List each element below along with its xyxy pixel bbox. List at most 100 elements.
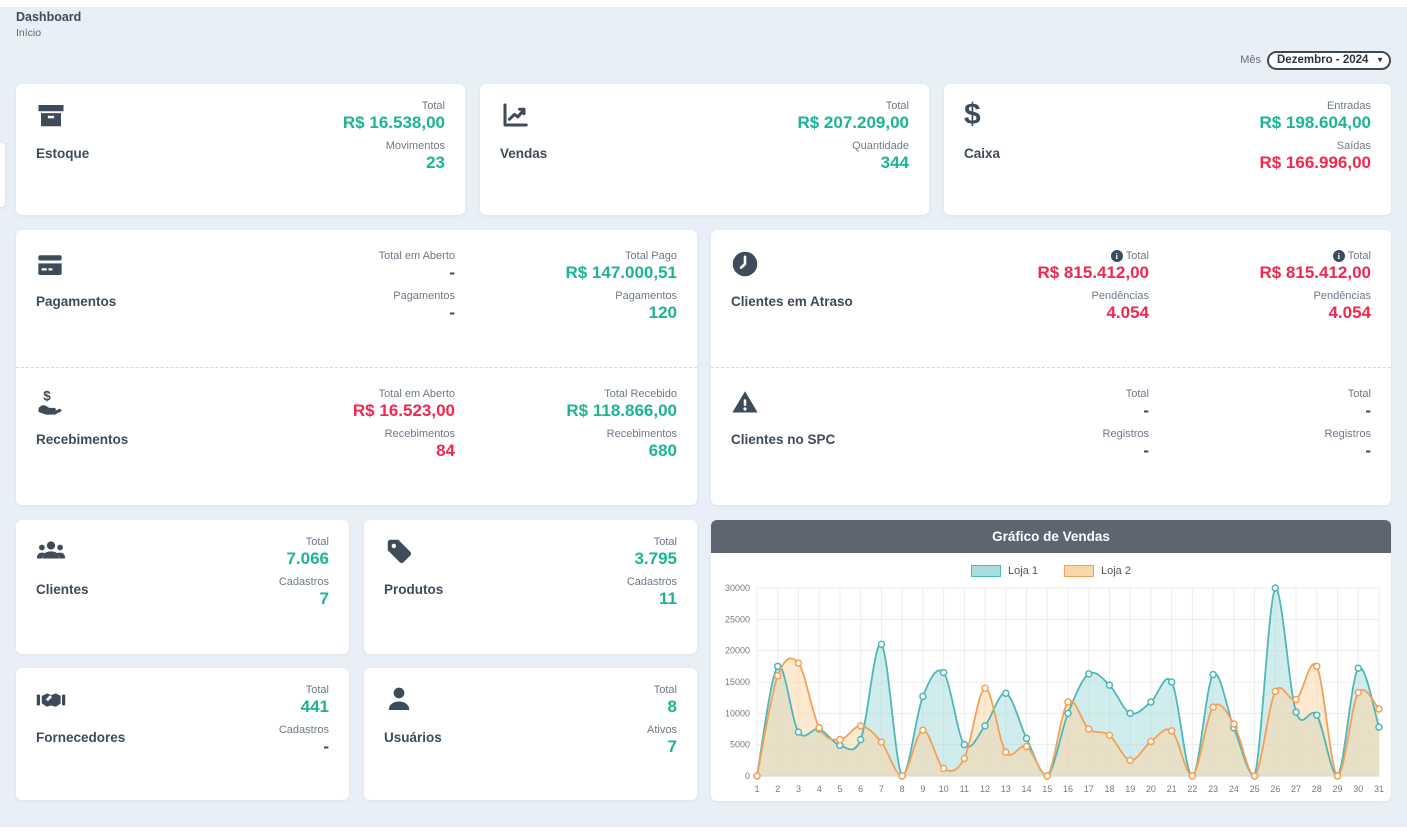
page-title: Dashboard (16, 10, 81, 24)
section-recebimentos: $ Recebimentos Total em Aberto R$ 16.523… (16, 367, 697, 505)
svg-text:4: 4 (817, 784, 822, 794)
stat-label: Ativos (647, 724, 677, 736)
card-clientes: Clientes Total 7.066 Cadastros 7 (16, 520, 349, 654)
card-label: Vendas (500, 146, 547, 161)
svg-text:16: 16 (1063, 784, 1073, 794)
card-label: Clientes no SPC (731, 432, 835, 447)
card-pagamentos-recebimentos: Pagamentos Total em Aberto - Pagamentos … (16, 230, 697, 505)
info-icon[interactable]: i (1111, 250, 1123, 262)
stat-value: R$ 16.523,00 (233, 401, 455, 421)
stat-value: R$ 207.209,00 (797, 113, 909, 133)
svg-text:15: 15 (1042, 784, 1052, 794)
stat-value: 4.054 (1149, 303, 1371, 323)
stat-value: - (1149, 441, 1371, 461)
svg-text:28: 28 (1312, 784, 1322, 794)
stat-label: Total (1149, 388, 1371, 400)
chart-title: Gráfico de Vendas (711, 520, 1391, 553)
stat-value: 120 (455, 303, 677, 323)
stat-label: Pendências (927, 290, 1149, 302)
svg-text:0: 0 (745, 771, 750, 781)
stat-label: Total (797, 100, 909, 112)
stat-column: iTotal R$ 815.412,00 Pendências 4.054 (1149, 250, 1371, 331)
stat-column: iTotal R$ 815.412,00 Pendências 4.054 (927, 250, 1149, 331)
card-label: Estoque (36, 146, 89, 161)
section-clientes-atraso: Clientes em Atraso iTotal R$ 815.412,00 … (711, 230, 1391, 367)
stat-column: Total - Registros - (1149, 388, 1371, 469)
legend-item-loja2[interactable]: Loja 2 (1064, 565, 1131, 577)
legend-swatch-loja1 (971, 565, 1001, 577)
stat-label: Total em Aberto (233, 250, 455, 262)
stat-value: R$ 147.000,51 (455, 263, 677, 283)
stat-value: 23 (343, 153, 445, 173)
card-label: Produtos (384, 582, 443, 597)
month-select-wrap: Dezembro - 2024 ▼ (1267, 50, 1391, 70)
stat-label: Total Pago (455, 250, 677, 262)
svg-text:27: 27 (1291, 784, 1301, 794)
svg-text:29: 29 (1333, 784, 1343, 794)
card-atraso-spc: Clientes em Atraso iTotal R$ 815.412,00 … (711, 230, 1391, 505)
svg-text:22: 22 (1187, 784, 1197, 794)
svg-text:15000: 15000 (725, 677, 750, 687)
dollar-icon: $ (964, 100, 994, 130)
stat-label: Quantidade (797, 140, 909, 152)
svg-text:8: 8 (900, 784, 905, 794)
stat-value: R$ 198.604,00 (1259, 113, 1371, 133)
stat-label: Registros (1149, 428, 1371, 440)
month-select[interactable]: Dezembro - 2024 (1267, 51, 1391, 70)
stat-label: Recebimentos (233, 428, 455, 440)
stat-value: 680 (455, 441, 677, 461)
svg-text:13: 13 (1001, 784, 1011, 794)
svg-text:1: 1 (754, 784, 759, 794)
svg-text:31: 31 (1374, 784, 1384, 794)
stat-value: R$ 815.412,00 (927, 263, 1149, 283)
svg-text:$: $ (43, 388, 51, 403)
stat-value: - (927, 401, 1149, 421)
card-estoque: Estoque Total R$ 16.538,00 Movimentos 23 (16, 84, 465, 215)
stat-value: - (927, 441, 1149, 461)
svg-text:24: 24 (1229, 784, 1239, 794)
svg-text:21: 21 (1167, 784, 1177, 794)
stat-value: R$ 815.412,00 (1149, 263, 1371, 283)
info-icon[interactable]: i (1333, 250, 1345, 262)
sales-area-chart: 0500010000150002000025000300001234567891… (711, 580, 1391, 798)
stat-label: Total em Aberto (233, 388, 455, 400)
svg-text:14: 14 (1022, 784, 1032, 794)
stat-value: 4.054 (927, 303, 1149, 323)
svg-text:19: 19 (1125, 784, 1135, 794)
legend-item-loja1[interactable]: Loja 1 (971, 565, 1038, 577)
stat-value: 84 (233, 441, 455, 461)
sidebar-edge-sliver (0, 143, 5, 207)
stat-label: Total Recebido (455, 388, 677, 400)
bottom-bar (0, 827, 1407, 836)
card-label: Clientes (36, 582, 89, 597)
stat-label: Total (279, 684, 329, 696)
svg-text:20000: 20000 (725, 646, 750, 656)
stat-label: Cadastros (627, 576, 677, 588)
tag-icon (384, 536, 414, 566)
stat-value: 8 (647, 697, 677, 717)
svg-text:30000: 30000 (725, 583, 750, 593)
card-fornecedores: Fornecedores Total 441 Cadastros - (16, 668, 349, 800)
breadcrumb: Início (16, 27, 41, 39)
stat-label: Entradas (1259, 100, 1371, 112)
chart-legend: Loja 1 Loja 2 (711, 563, 1391, 578)
svg-text:6: 6 (858, 784, 863, 794)
stat-column: Total Recebido R$ 118.866,00 Recebimento… (455, 388, 677, 469)
stat-value: R$ 166.996,00 (1259, 153, 1371, 173)
card-label: Caixa (964, 146, 1000, 161)
card-usuarios: Usuários Total 8 Ativos 7 (364, 668, 697, 800)
stat-label: Pagamentos (233, 290, 455, 302)
card-label: Fornecedores (36, 730, 125, 745)
card-caixa: $ Caixa Entradas R$ 198.604,00 Saídas R$… (944, 84, 1391, 215)
stat-label: Total (343, 100, 445, 112)
stat-value: 7.066 (279, 549, 329, 569)
stat-column: Total em Aberto R$ 16.523,00 Recebimento… (233, 388, 455, 469)
svg-text:17: 17 (1084, 784, 1094, 794)
card-label: Recebimentos (36, 432, 128, 447)
section-pagamentos: Pagamentos Total em Aberto - Pagamentos … (16, 230, 697, 367)
legend-swatch-loja2 (1064, 565, 1094, 577)
stat-label: Total (627, 536, 677, 548)
stat-label: Cadastros (279, 724, 329, 736)
sales-chart-card: Gráfico de Vendas Loja 1 Loja 2 05000100… (711, 520, 1391, 801)
card-produtos: Produtos Total 3.795 Cadastros 11 (364, 520, 697, 654)
